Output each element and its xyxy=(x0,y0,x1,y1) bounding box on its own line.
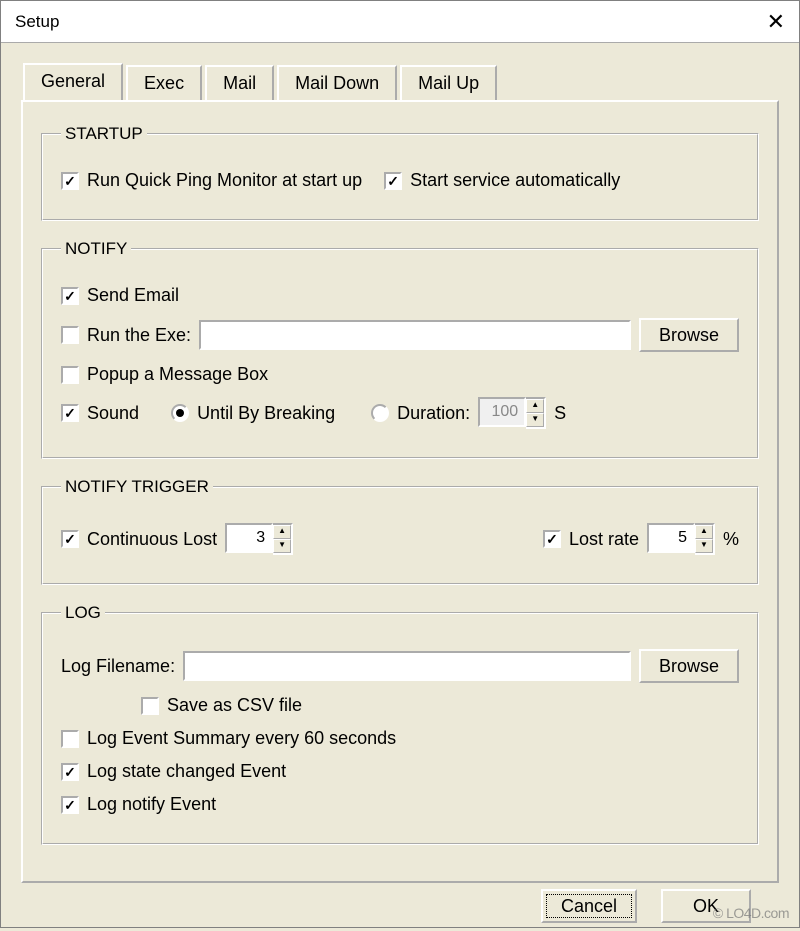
checkbox-save-csv[interactable] xyxy=(141,697,159,715)
lost-rate-spin-down-icon[interactable]: ▼ xyxy=(695,539,713,553)
checkbox-popup[interactable] xyxy=(61,366,79,384)
label-event-summary: Log Event Summary every 60 seconds xyxy=(87,728,396,749)
label-sound: Sound xyxy=(87,403,139,424)
duration-spin-down-icon[interactable]: ▼ xyxy=(526,413,544,427)
label-until-breaking: Until By Breaking xyxy=(197,403,335,424)
duration-spin-up-icon[interactable]: ▲ xyxy=(526,399,544,413)
tab-general[interactable]: General xyxy=(23,63,123,100)
tab-mail-up[interactable]: Mail Up xyxy=(400,65,497,102)
group-notify-trigger: NOTIFY TRIGGER Continuous Lost ▲ ▼ Lost … xyxy=(41,477,759,585)
checkbox-notify-event[interactable] xyxy=(61,796,79,814)
dialog-footer: Cancel OK xyxy=(21,883,779,923)
label-lost-rate-unit: % xyxy=(723,529,739,550)
checkbox-lost-rate[interactable] xyxy=(543,530,561,548)
titlebar: Setup ✕ xyxy=(1,1,799,43)
close-icon[interactable]: ✕ xyxy=(767,9,785,35)
label-send-email: Send Email xyxy=(87,285,179,306)
tab-mail-down[interactable]: Mail Down xyxy=(277,65,397,102)
group-startup: STARTUP Run Quick Ping Monitor at start … xyxy=(41,124,759,221)
browse-exe-button[interactable]: Browse xyxy=(639,318,739,352)
checkbox-send-email[interactable] xyxy=(61,287,79,305)
group-log: LOG Log Filename: Browse Save as CSV fil… xyxy=(41,603,759,845)
group-startup-title: STARTUP xyxy=(61,124,147,144)
input-run-exe-path[interactable] xyxy=(199,320,631,350)
browse-log-button[interactable]: Browse xyxy=(639,649,739,683)
label-lost-rate: Lost rate xyxy=(569,529,639,550)
label-start-service: Start service automatically xyxy=(410,170,620,191)
spinner-continuous-lost: ▲ ▼ xyxy=(225,523,293,555)
dialog-body: General Exec Mail Mail Down Mail Up STAR… xyxy=(1,43,799,931)
group-log-title: LOG xyxy=(61,603,105,623)
spinner-duration: ▲ ▼ xyxy=(478,397,546,429)
radio-duration[interactable] xyxy=(371,404,389,422)
checkbox-sound[interactable] xyxy=(61,404,79,422)
input-duration[interactable] xyxy=(478,397,526,427)
tab-mail[interactable]: Mail xyxy=(205,65,274,102)
input-log-filename[interactable] xyxy=(183,651,631,681)
cancel-button[interactable]: Cancel xyxy=(541,889,637,923)
group-notify-title: NOTIFY xyxy=(61,239,131,259)
spinner-lost-rate: ▲ ▼ xyxy=(647,523,715,555)
checkbox-run-at-startup[interactable] xyxy=(61,172,79,190)
input-lost-rate[interactable] xyxy=(647,523,695,553)
input-continuous-lost[interactable] xyxy=(225,523,273,553)
checkbox-event-summary[interactable] xyxy=(61,730,79,748)
radio-until-breaking[interactable] xyxy=(171,404,189,422)
label-log-filename: Log Filename: xyxy=(61,656,175,677)
label-run-exe: Run the Exe: xyxy=(87,325,191,346)
label-continuous-lost: Continuous Lost xyxy=(87,529,217,550)
checkbox-state-changed[interactable] xyxy=(61,763,79,781)
tab-bar: General Exec Mail Mail Down Mail Up xyxy=(23,63,779,100)
tab-exec[interactable]: Exec xyxy=(126,65,202,102)
checkbox-continuous-lost[interactable] xyxy=(61,530,79,548)
label-duration-unit: S xyxy=(554,403,566,424)
checkbox-run-exe[interactable] xyxy=(61,326,79,344)
label-state-changed: Log state changed Event xyxy=(87,761,286,782)
label-run-at-startup: Run Quick Ping Monitor at start up xyxy=(87,170,362,191)
setup-dialog: Setup ✕ General Exec Mail Mail Down Mail… xyxy=(0,0,800,928)
group-notify-trigger-title: NOTIFY TRIGGER xyxy=(61,477,213,497)
checkbox-start-service[interactable] xyxy=(384,172,402,190)
label-duration: Duration: xyxy=(397,403,470,424)
tab-panel-general: STARTUP Run Quick Ping Monitor at start … xyxy=(21,100,779,883)
group-notify: NOTIFY Send Email Run the Exe: Browse Po… xyxy=(41,239,759,459)
lost-rate-spin-up-icon[interactable]: ▲ xyxy=(695,525,713,539)
label-save-csv: Save as CSV file xyxy=(167,695,302,716)
cont-lost-spin-down-icon[interactable]: ▼ xyxy=(273,539,291,553)
watermark: © LO4D.com xyxy=(713,905,789,921)
label-notify-event: Log notify Event xyxy=(87,794,216,815)
window-title: Setup xyxy=(15,12,59,32)
label-popup: Popup a Message Box xyxy=(87,364,268,385)
cont-lost-spin-up-icon[interactable]: ▲ xyxy=(273,525,291,539)
